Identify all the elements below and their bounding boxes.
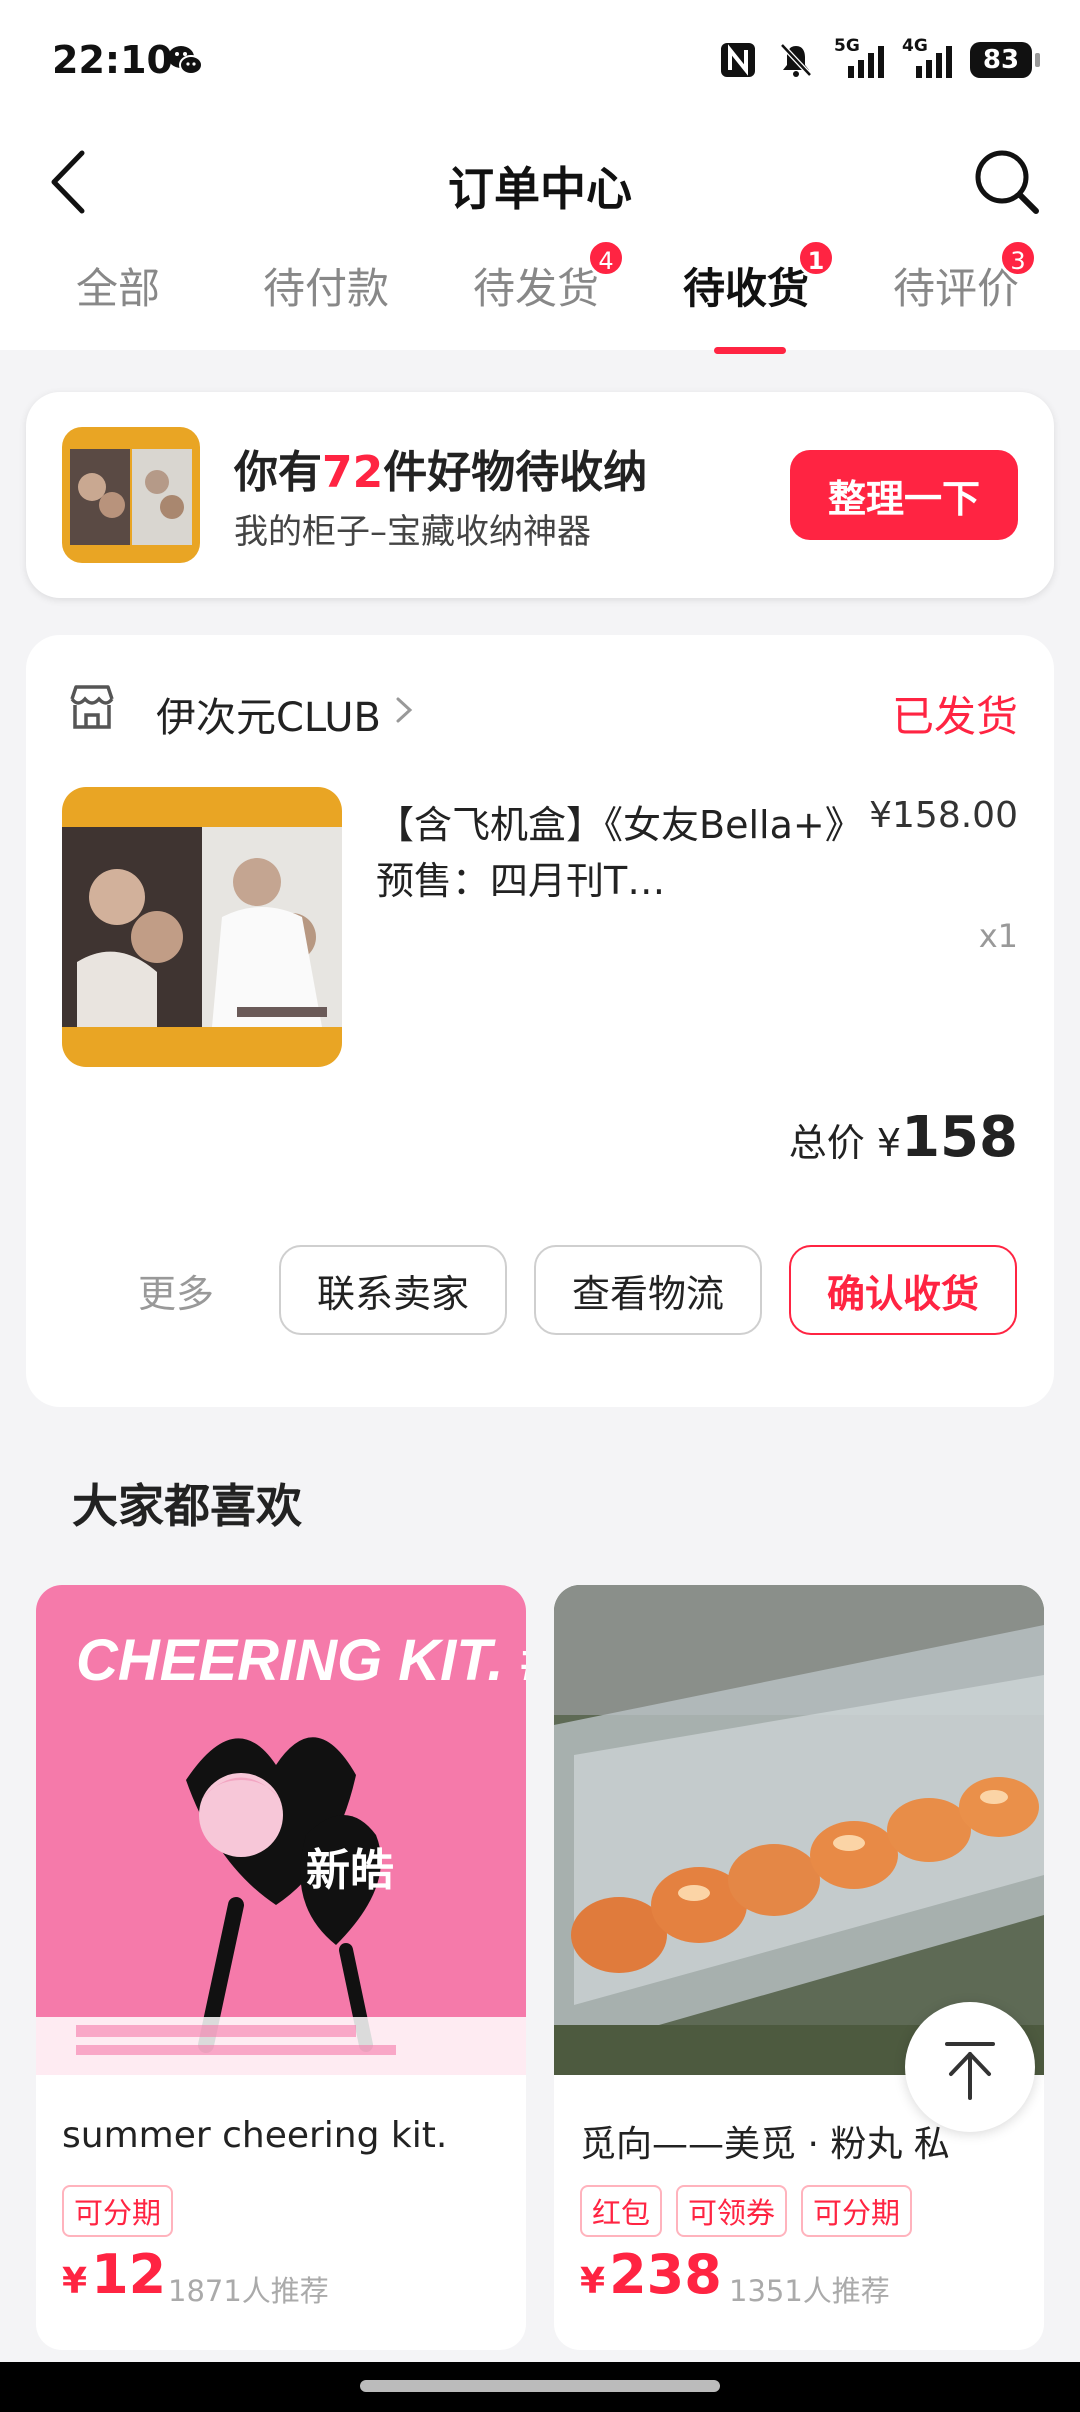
tab-badge: 1 <box>797 239 836 277</box>
tab-label: 全部 <box>76 264 161 313</box>
tag-list: 可分期 <box>62 2185 174 2237</box>
product-image[interactable]: CHEERING KIT. #01 新皓 <box>36 1585 526 2075</box>
net1-label: 5G <box>834 36 860 56</box>
tag: 可分期 <box>62 2185 174 2237</box>
tag: 红包 <box>580 2185 663 2237</box>
product-price: ¥158.00 <box>869 795 1018 836</box>
battery-level: 83 <box>982 45 1020 75</box>
store-icon <box>70 685 114 729</box>
total-currency: ¥ <box>876 1121 902 1165</box>
product-title[interactable]: 【含飞机盒】《女友Bella+》预售：四月刊T… <box>376 797 846 909</box>
product-quantity: x1 <box>978 917 1018 955</box>
promo-count: 72 <box>322 447 384 498</box>
tab-pending-shipment[interactable]: 待发货 4 <box>473 239 626 316</box>
poster-caption: 新皓 <box>306 1845 394 1896</box>
tab-label: 待付款 <box>263 264 390 313</box>
tab-label: 待发货 <box>473 264 600 313</box>
storage-promo-card[interactable]: 你有72件好物待收纳 我的柜子–宝藏收纳神器 整理一下 <box>26 392 1054 598</box>
currency: ¥ <box>580 2261 606 2302</box>
total-amount: 158 <box>901 1105 1018 1170</box>
recommend-count: 1351人推荐 <box>729 2274 890 2308</box>
recommend-price: ¥238 <box>580 2243 722 2306</box>
total-label: 总价 <box>788 1121 865 1165</box>
shop-name[interactable]: 伊次元CLUB <box>156 685 381 743</box>
home-gesture-handle[interactable] <box>360 2380 720 2392</box>
recommend-card[interactable]: 觅向——美觅 · 粉丸 私 红包 可领券 可分期 ¥238 1351人推荐 <box>554 1585 1044 2350</box>
tab-badge: 3 <box>999 239 1037 277</box>
net2-label: 4G <box>902 36 928 56</box>
promo-title-post: 件好物待收纳 <box>383 447 648 498</box>
view-logistics-button[interactable]: 查看物流 <box>534 1245 762 1335</box>
nfc-icon <box>721 43 755 77</box>
order-total: 总价 ¥158 <box>789 1105 1018 1170</box>
order-status: 已发货 <box>891 692 1018 741</box>
wechat-icon <box>168 46 203 75</box>
promo-thumbnail <box>62 427 200 563</box>
recommend-count: 1871人推荐 <box>168 2274 329 2308</box>
promo-title-pre: 你有 <box>234 447 322 498</box>
tag: 可领券 <box>676 2185 788 2237</box>
price-value: 12 <box>91 2243 167 2306</box>
active-tab-indicator <box>714 347 786 354</box>
more-actions[interactable]: 更多 <box>138 1263 214 1318</box>
chevron-right-icon[interactable] <box>392 693 416 727</box>
price-value: 238 <box>609 2243 722 2306</box>
arrow-up-icon <box>945 2042 995 2100</box>
confirm-receipt-button[interactable]: 确认收货 <box>789 1245 1017 1335</box>
tag-list: 红包 可领券 可分期 <box>580 2185 913 2237</box>
tab-pending-review[interactable]: 待评价 3 <box>893 239 1037 316</box>
search-icon[interactable] <box>970 145 1042 217</box>
recommend-item-name[interactable]: 觅向——美觅 · 粉丸 私 <box>580 2115 950 2167</box>
recommend-price: ¥12 <box>62 2243 166 2306</box>
back-to-top-button[interactable] <box>905 2002 1035 2132</box>
tag: 可分期 <box>801 2185 913 2237</box>
product-image[interactable] <box>62 787 342 1067</box>
tab-badge: 4 <box>587 239 626 277</box>
status-bar: 22:10 5G 4G 83 <box>0 0 1080 125</box>
mute-bell-icon <box>780 43 812 77</box>
contact-seller-button[interactable]: 联系卖家 <box>279 1245 507 1335</box>
organize-button[interactable]: 整理一下 <box>790 450 1018 540</box>
order-card: 伊次元CLUB 已发货 【含飞机盒】《女友Bella+》预售：四月刊T… ¥15… <box>26 635 1054 1407</box>
tab-label: 待收货 <box>683 264 810 313</box>
signal-4g-icon: 4G <box>902 36 952 78</box>
currency: ¥ <box>62 2261 88 2302</box>
tab-pending-payment[interactable]: 待付款 <box>263 255 389 316</box>
signal-5g-icon: 5G <box>834 36 884 78</box>
poster-text: CHEERING KIT. #01 <box>76 1628 526 1693</box>
header: 订单中心 全部 待付款 待发货 4 待收货 1 待评价 3 <box>0 125 1080 354</box>
tab-label: 待评价 <box>893 264 1020 313</box>
recommend-card[interactable]: CHEERING KIT. #01 新皓 summer cheering kit… <box>36 1585 526 2350</box>
tab-all[interactable]: 全部 <box>76 255 160 316</box>
recommend-section-title: 大家都喜欢 <box>72 1479 302 1533</box>
page-title: 订单中心 <box>448 162 632 216</box>
tab-pending-receipt[interactable]: 待收货 1 <box>683 239 836 316</box>
recommend-item-name[interactable]: summer cheering kit. <box>62 2115 447 2156</box>
promo-subtitle: 我的柜子–宝藏收纳神器 <box>234 512 591 552</box>
system-nav-bar <box>0 2362 1080 2412</box>
order-tabs: 全部 待付款 待发货 4 待收货 1 待评价 3 <box>0 239 1080 350</box>
status-time: 22:10 <box>52 38 173 82</box>
battery-icon: 83 <box>970 42 1040 78</box>
status-icons: 5G 4G 83 <box>718 36 1040 82</box>
promo-title: 你有72件好物待收纳 <box>234 436 647 500</box>
